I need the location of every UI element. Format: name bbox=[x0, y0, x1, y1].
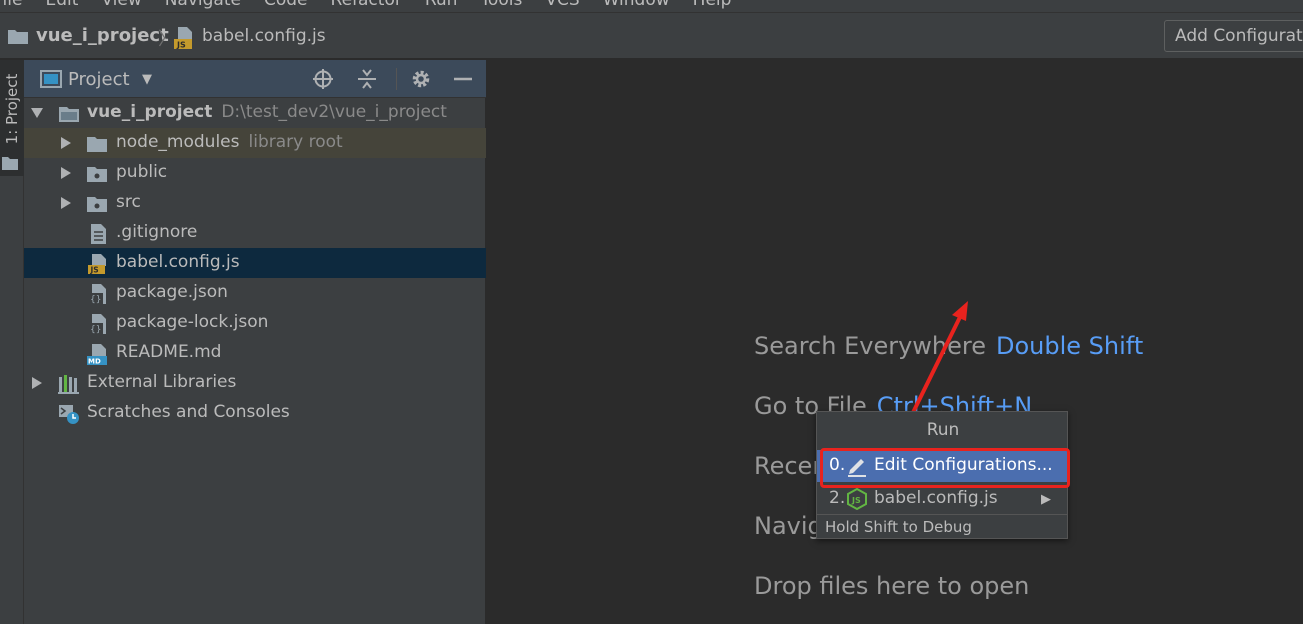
svg-text:{}: {} bbox=[90, 325, 101, 335]
hint-shortcut: Double Shift bbox=[996, 332, 1144, 360]
breadcrumb-project[interactable]: vue_i_project bbox=[36, 25, 169, 46]
tree-row-babel-config[interactable]: JS babel.config.js bbox=[24, 248, 486, 278]
folder-icon bbox=[59, 107, 79, 122]
folder-icon bbox=[87, 137, 107, 152]
svg-text:JS: JS bbox=[851, 496, 861, 505]
tree-label: node_modules bbox=[116, 132, 240, 152]
tree-label: src bbox=[116, 192, 141, 212]
menu-vcs[interactable]: VCS bbox=[545, 0, 579, 10]
tree-row-package-json[interactable]: {} package.json bbox=[24, 278, 486, 308]
text-file-icon bbox=[91, 224, 106, 244]
popup-divider bbox=[817, 514, 1067, 515]
navigation-bar: vue_i_project 〉 JS babel.config.js Add C… bbox=[0, 12, 1303, 59]
collapsed-arrow-icon[interactable] bbox=[59, 195, 73, 211]
folder-icon bbox=[87, 167, 107, 182]
menu-code[interactable]: Code bbox=[264, 0, 308, 10]
markdown-file-icon: MD bbox=[87, 344, 107, 366]
project-tool-tab-label: 1: Project bbox=[3, 73, 21, 145]
tree-label: package.json bbox=[116, 282, 228, 302]
add-configuration-button[interactable]: Add Configuration... bbox=[1164, 20, 1303, 52]
tree-row-scratches[interactable]: Scratches and Consoles bbox=[24, 398, 486, 428]
tree-row-node-modules[interactable]: node_modules library root bbox=[24, 128, 486, 158]
tree-label: babel.config.js bbox=[116, 252, 240, 272]
menu-window[interactable]: Window bbox=[603, 0, 670, 10]
project-panel: Project ▼ vue_i_project D:\test_dev2\vue… bbox=[24, 60, 486, 624]
tree-label: package-lock.json bbox=[116, 312, 269, 332]
tree-label: vue_i_project bbox=[87, 102, 213, 122]
tree-row-package-lock[interactable]: {} package-lock.json bbox=[24, 308, 486, 338]
menu-tools[interactable]: Tools bbox=[480, 0, 522, 10]
gear-icon[interactable] bbox=[410, 68, 432, 90]
tree-row-public[interactable]: public bbox=[24, 158, 486, 188]
js-file-icon: JS bbox=[174, 27, 192, 50]
json-file-icon: {} bbox=[89, 284, 106, 305]
locate-icon[interactable] bbox=[312, 68, 334, 90]
library-icon bbox=[58, 375, 79, 394]
menu-run[interactable]: Run bbox=[425, 0, 458, 10]
menu-file[interactable]: File bbox=[0, 0, 22, 10]
tree-row-root[interactable]: vue_i_project D:\test_dev2\vue_i_project bbox=[24, 98, 486, 128]
project-tool-tab[interactable]: 1: Project bbox=[0, 60, 24, 176]
menu-bar: File Edit View Navigate Code Refactor Ru… bbox=[0, 0, 1303, 12]
collapsed-arrow-icon[interactable] bbox=[59, 165, 73, 181]
json-file-icon: {} bbox=[89, 314, 106, 335]
svg-text:JS: JS bbox=[176, 41, 186, 50]
menu-view[interactable]: View bbox=[101, 0, 141, 10]
left-tool-strip: 1: Project bbox=[0, 60, 24, 624]
folder-icon bbox=[87, 197, 107, 212]
hint-text: Drop files here to open bbox=[754, 572, 1030, 600]
folder-icon bbox=[8, 30, 28, 44]
project-view-icon bbox=[40, 70, 62, 88]
popup-title: Run bbox=[926, 420, 960, 440]
submenu-arrow-icon[interactable]: ▶ bbox=[1041, 492, 1051, 507]
expanded-arrow-icon[interactable] bbox=[30, 105, 44, 121]
tree-label: Scratches and Consoles bbox=[87, 402, 290, 422]
tree-label: README.md bbox=[116, 342, 222, 362]
collapsed-arrow-icon[interactable] bbox=[30, 375, 44, 391]
header-divider bbox=[396, 68, 397, 90]
tree-label: .gitignore bbox=[116, 222, 198, 242]
svg-text:JS: JS bbox=[90, 266, 99, 275]
collapse-all-icon[interactable] bbox=[356, 68, 378, 90]
menu-help[interactable]: Help bbox=[693, 0, 732, 10]
tree-row-gitignore[interactable]: .gitignore bbox=[24, 218, 486, 248]
folder-icon bbox=[2, 157, 18, 170]
breadcrumb-file[interactable]: babel.config.js bbox=[202, 26, 326, 46]
menu-refactor[interactable]: Refactor bbox=[331, 0, 402, 10]
nodejs-icon: JS bbox=[847, 488, 867, 510]
js-file-icon: JS bbox=[88, 254, 106, 275]
hint-drop-files: Drop files here to open bbox=[754, 572, 1029, 600]
tree-row-readme[interactable]: MD README.md bbox=[24, 338, 486, 368]
project-view-title[interactable]: Project bbox=[68, 69, 130, 90]
tree-sublabel: library root bbox=[248, 132, 343, 152]
menu-navigate[interactable]: Navigate bbox=[165, 0, 241, 10]
hide-panel-icon[interactable] bbox=[452, 68, 474, 90]
menu-edit[interactable]: Edit bbox=[45, 0, 78, 10]
scratch-icon bbox=[59, 405, 79, 424]
tree-label: External Libraries bbox=[87, 372, 237, 392]
collapsed-arrow-icon[interactable] bbox=[59, 135, 73, 151]
tree-row-external-libraries[interactable]: External Libraries bbox=[24, 368, 486, 398]
popup-footer: Hold Shift to Debug bbox=[825, 518, 972, 536]
annotation-highlight-box bbox=[820, 448, 1070, 488]
item-label: babel.config.js bbox=[874, 488, 998, 508]
svg-text:MD: MD bbox=[88, 358, 101, 366]
svg-text:{}: {} bbox=[90, 295, 101, 305]
tree-row-src[interactable]: src bbox=[24, 188, 486, 218]
tree-sublabel: D:\test_dev2\vue_i_project bbox=[221, 102, 447, 122]
item-number: 2. bbox=[829, 488, 846, 508]
project-panel-header: Project ▼ bbox=[24, 60, 486, 98]
tree-label: public bbox=[116, 162, 168, 182]
chevron-down-icon[interactable]: ▼ bbox=[142, 72, 152, 87]
